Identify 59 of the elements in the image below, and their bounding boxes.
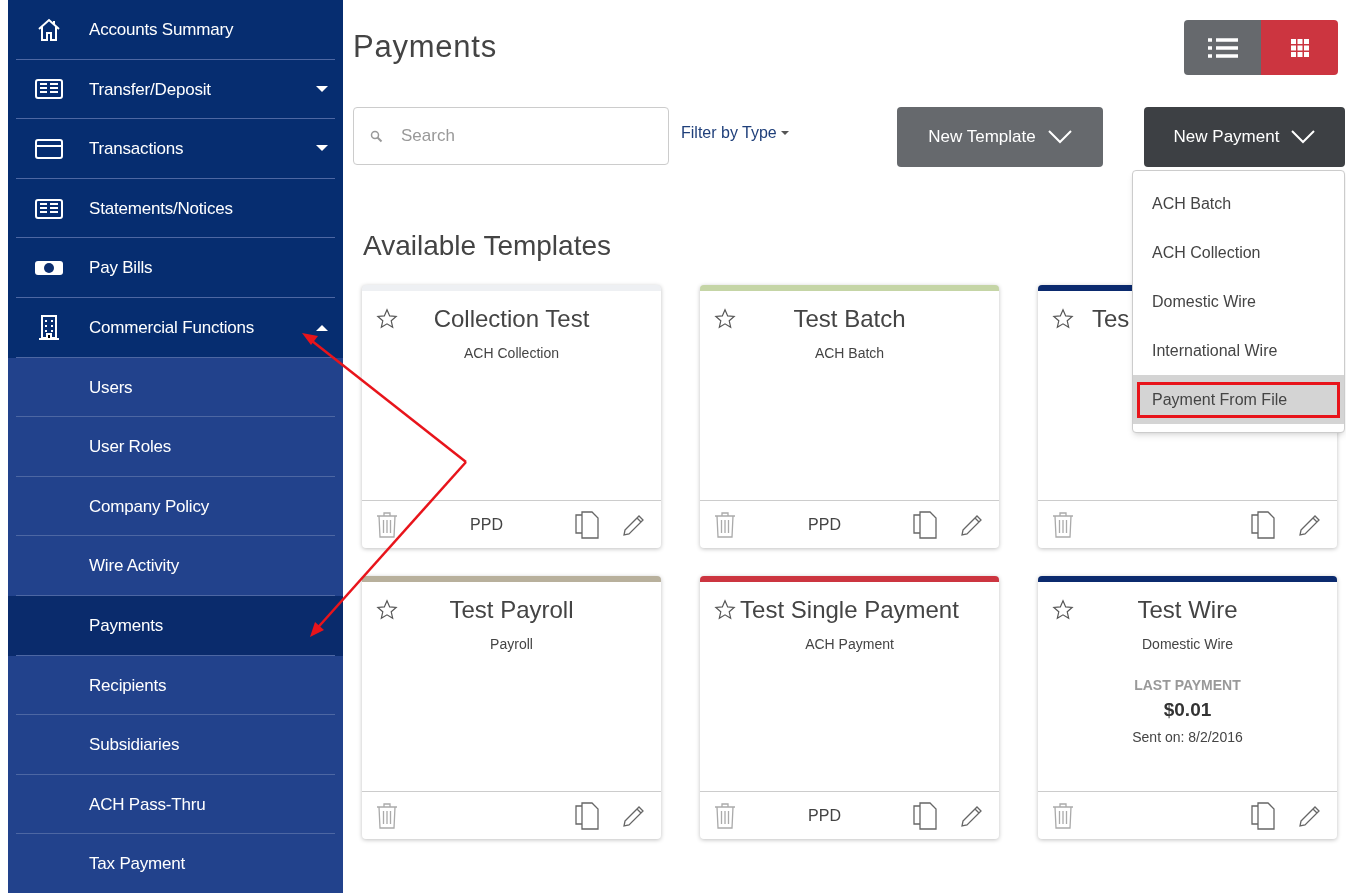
ledger-icon (33, 78, 64, 101)
grid-view-button[interactable] (1261, 20, 1338, 75)
sidebar-item[interactable]: Transactions (8, 119, 343, 179)
card-title: Test Batch (792, 304, 907, 334)
building-icon (37, 313, 60, 342)
star-icon[interactable] (376, 308, 398, 330)
chevron-down-icon (1291, 130, 1316, 144)
copy-icon[interactable] (1251, 801, 1275, 830)
star-icon[interactable] (1052, 599, 1074, 621)
card-type: ACH Batch (814, 344, 885, 363)
page-title: Payments (353, 28, 498, 67)
sidebar-item[interactable]: Accounts Summary (8, 0, 343, 60)
star-icon[interactable] (1052, 308, 1074, 330)
list-view-button[interactable] (1184, 20, 1261, 75)
copy-icon[interactable] (913, 510, 937, 539)
cash-icon (33, 259, 64, 278)
card-footer-label: PPD (808, 806, 841, 824)
menu-item[interactable]: Payment From File (1137, 381, 1340, 418)
card-type: ACH Payment (805, 635, 894, 654)
star-icon[interactable] (714, 308, 736, 330)
card-title: Test Single Payment (739, 595, 960, 625)
chevron-down-icon (1047, 130, 1072, 144)
menu-item[interactable]: International Wire (1137, 332, 1340, 369)
copy-icon[interactable] (575, 801, 599, 830)
card-footer-label: PPD (470, 515, 503, 533)
star-icon[interactable] (714, 599, 736, 621)
card-footer-label: PPD (808, 515, 841, 533)
ledger-icon (33, 197, 64, 220)
copy-icon[interactable] (575, 510, 599, 539)
caret-icon (780, 130, 789, 136)
sidebar-item[interactable]: Payments (8, 595, 343, 656)
card-type: ACH Collection (464, 344, 559, 363)
star-icon[interactable] (376, 599, 398, 621)
sent-date: Sent on: 8/2/2016 (1132, 727, 1243, 747)
card-title: Test Wire (1136, 595, 1239, 625)
payment-amount: $0.01 (1163, 698, 1212, 722)
card-type: Payroll (490, 635, 533, 654)
new-template-button[interactable]: New Template (897, 107, 1103, 167)
sidebar-item[interactable]: Commercial Functions (8, 297, 343, 358)
menu-item[interactable]: Domestic Wire (1137, 283, 1340, 320)
new-payment-button[interactable]: New Payment (1144, 107, 1345, 167)
menu-item[interactable]: ACH Batch (1137, 185, 1340, 222)
card-type: Domestic Wire (1142, 635, 1233, 654)
search-field[interactable]: Search (353, 107, 669, 165)
section-title: Available Templates (363, 229, 611, 263)
card-icon (33, 138, 64, 160)
last-payment-label: LAST PAYMENT (1134, 676, 1241, 695)
search-icon (370, 130, 383, 143)
grid-icon (1290, 38, 1309, 57)
sidebar-item[interactable]: Statements/Notices (8, 178, 343, 239)
card-title: Test Payroll (448, 595, 575, 625)
card-title: Collection Test (432, 304, 591, 334)
sidebar-item[interactable]: Pay Bills (8, 238, 343, 298)
copy-icon[interactable] (1251, 510, 1275, 539)
copy-icon[interactable] (913, 801, 937, 830)
sidebar-item[interactable]: Transfer/Deposit (8, 59, 343, 120)
filter-dropdown[interactable]: Filter by Type (681, 121, 789, 145)
list-icon (1207, 37, 1238, 58)
menu-item[interactable]: ACH Collection (1137, 234, 1340, 271)
